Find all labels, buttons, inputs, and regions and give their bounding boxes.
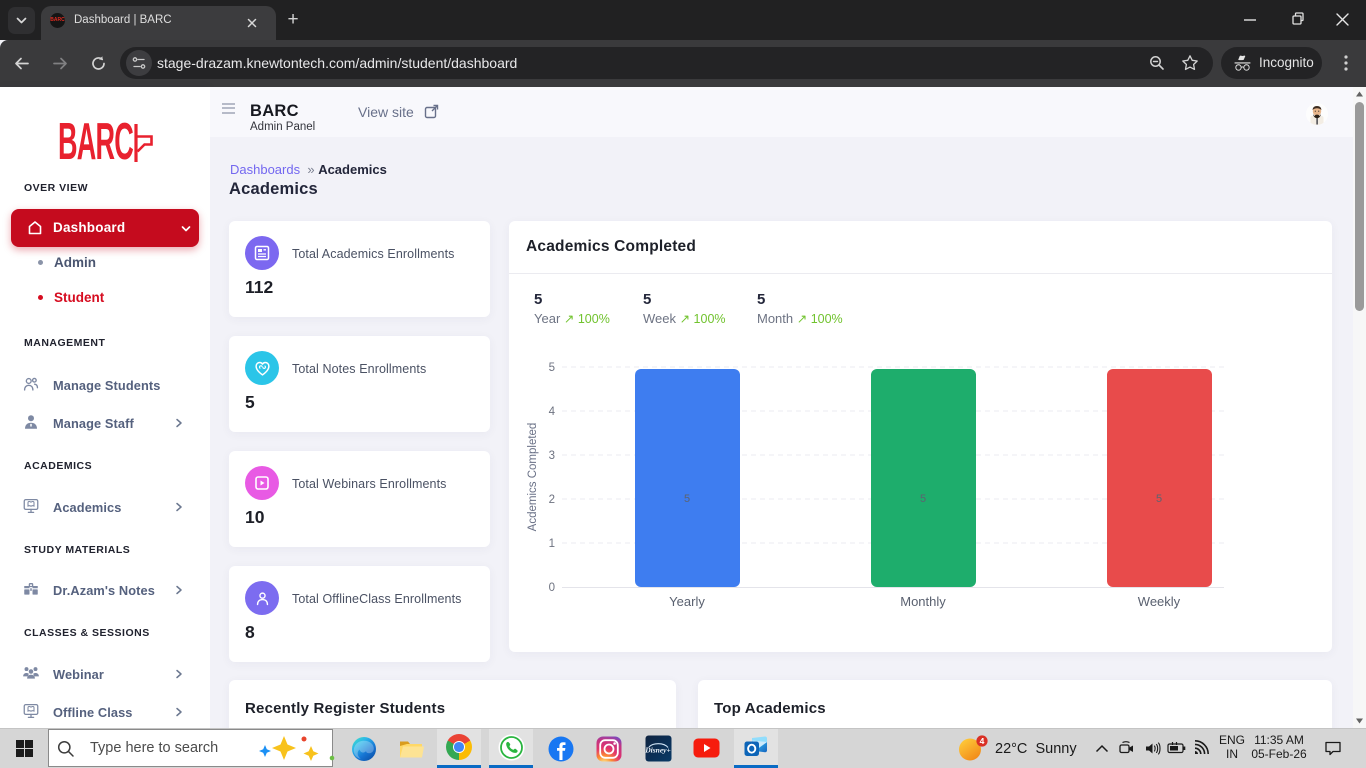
svg-text:5: 5 (1156, 493, 1162, 505)
svg-text:4: 4 (549, 406, 556, 418)
svg-text:5: 5 (920, 493, 926, 505)
svg-text:4: 4 (980, 736, 985, 746)
svg-text:1: 1 (549, 538, 555, 550)
svg-text:5: 5 (684, 493, 690, 505)
svg-text:0: 0 (549, 582, 555, 594)
svg-text:5: 5 (549, 362, 555, 374)
svg-text:3: 3 (549, 450, 555, 462)
svg-text:Monthly: Monthly (900, 594, 946, 609)
svg-text:Weekly: Weekly (1138, 594, 1181, 609)
svg-text:Acdemics Completed: Acdemics Completed (527, 423, 539, 532)
svg-text:2: 2 (549, 494, 555, 506)
svg-text:Yearly: Yearly (669, 594, 705, 609)
svg-text:Disney+: Disney+ (645, 746, 671, 755)
